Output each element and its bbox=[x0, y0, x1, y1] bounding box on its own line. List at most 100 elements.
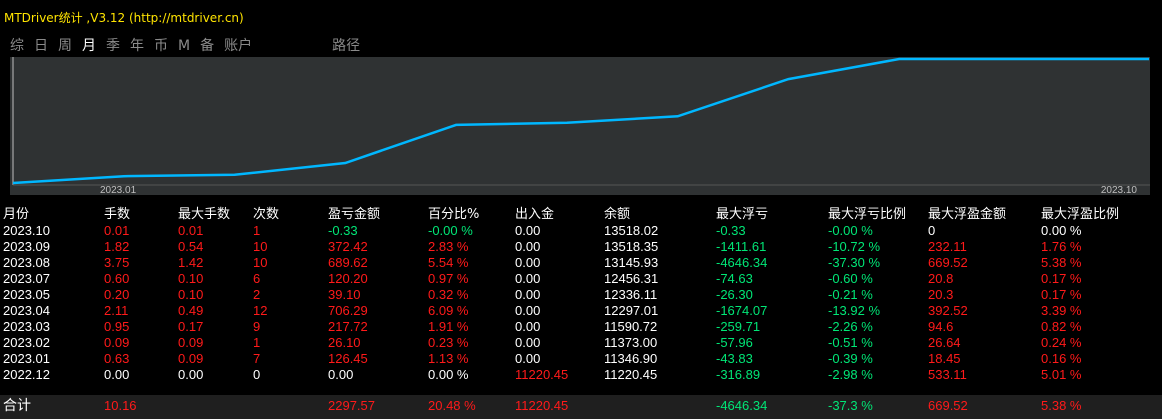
table-cell-balance: 13145.93 bbox=[604, 255, 659, 270]
table-cell-max_fp: 669.52 bbox=[928, 255, 968, 270]
tab-4[interactable]: 季 bbox=[106, 36, 120, 56]
table-cell-pct: 0.32 % bbox=[428, 287, 469, 302]
table-cell-max_fp: 533.11 bbox=[928, 367, 967, 382]
balance-chart-svg: 2023.01 2023.10 bbox=[12, 57, 1150, 195]
table-cell-lots: 0.00 bbox=[104, 367, 130, 382]
column-header-4[interactable]: 盈亏金额 bbox=[328, 203, 380, 223]
table-cell-pnl: -0.33 bbox=[328, 223, 358, 238]
totals-pnl: 2297.57 bbox=[328, 398, 375, 413]
column-header-3[interactable]: 次数 bbox=[253, 203, 279, 223]
table-cell-max_fp_pct: 3.39 % bbox=[1041, 303, 1082, 318]
table-cell-flow: 11220.45 bbox=[515, 367, 569, 382]
table-cell-max_fp_pct: 1.76 % bbox=[1041, 239, 1082, 254]
tab-10[interactable]: 路径 bbox=[332, 36, 360, 56]
table-cell-max_fp_pct: 0.00 % bbox=[1041, 223, 1082, 238]
table-cell-lots: 0.20 bbox=[104, 287, 130, 302]
tab-1[interactable]: 日 bbox=[34, 36, 48, 56]
tab-2[interactable]: 周 bbox=[58, 36, 72, 56]
table-cell-flow: 0.00 bbox=[515, 303, 541, 318]
tab-9[interactable]: 账户 bbox=[224, 36, 252, 56]
table-cell-max_dd_pct: -0.00 % bbox=[828, 223, 873, 238]
table-cell-pct: 1.91 % bbox=[428, 319, 469, 334]
tab-6[interactable]: 币 bbox=[154, 36, 168, 56]
column-header-2[interactable]: 最大手数 bbox=[178, 203, 230, 223]
table-cell-balance: 13518.02 bbox=[604, 223, 659, 238]
table-cell-pnl: 126.45 bbox=[328, 351, 368, 366]
column-header-11[interactable]: 最大浮盈比例 bbox=[1041, 203, 1119, 223]
tab-8[interactable]: 备 bbox=[200, 36, 214, 56]
column-header-5[interactable]: 百分比% bbox=[428, 203, 479, 223]
table-cell-max_dd_pct: -0.60 % bbox=[828, 271, 873, 286]
column-header-6[interactable]: 出入金 bbox=[515, 203, 554, 223]
totals-row-background bbox=[0, 395, 1162, 419]
table-cell-max_fp_pct: 5.01 % bbox=[1041, 367, 1082, 382]
column-header-10[interactable]: 最大浮盈金额 bbox=[928, 203, 1006, 223]
table-cell-max_dd_pct: -2.98 % bbox=[828, 367, 873, 382]
table-cell-max_lots: 0.49 bbox=[178, 303, 204, 318]
table-cell-flow: 0.00 bbox=[515, 271, 541, 286]
table-cell-count: 10 bbox=[253, 239, 268, 254]
table-cell-max_dd_pct: -13.92 % bbox=[828, 303, 881, 318]
totals-max_dd_pct: -37.3 % bbox=[828, 398, 873, 413]
tab-7[interactable]: M bbox=[178, 36, 190, 56]
totals-flow: 11220.45 bbox=[515, 398, 569, 413]
table-cell-max_dd: -316.89 bbox=[716, 367, 761, 382]
table-cell-max_fp: 20.3 bbox=[928, 287, 954, 302]
table-cell-pct: 0.00 % bbox=[428, 367, 469, 382]
table-cell-max_fp: 94.6 bbox=[928, 319, 954, 334]
table-cell-count: 0 bbox=[253, 367, 261, 382]
table-cell-lots: 0.09 bbox=[104, 335, 130, 350]
table-cell-max_lots: 0.54 bbox=[178, 239, 204, 254]
table-cell-pnl: 706.29 bbox=[328, 303, 368, 318]
window-title: MTDriver统计 ,V3.12 (http://mtdriver.cn) bbox=[4, 11, 244, 25]
table-cell-pnl: 689.62 bbox=[328, 255, 368, 270]
table-cell-max_dd_pct: -0.21 % bbox=[828, 287, 873, 302]
table-cell-lots: 0.95 bbox=[104, 319, 130, 334]
table-cell-max_dd: -43.83 bbox=[716, 351, 753, 366]
table-cell-max_fp_pct: 0.17 % bbox=[1041, 271, 1082, 286]
table-cell-count: 12 bbox=[253, 303, 268, 318]
tab-0[interactable]: 综 bbox=[10, 36, 24, 56]
totals-max_fp: 669.52 bbox=[928, 398, 968, 413]
table-cell-count: 1 bbox=[253, 223, 261, 238]
table-cell-max_fp: 18.45 bbox=[928, 351, 961, 366]
tab-5[interactable]: 年 bbox=[130, 36, 144, 56]
table-cell-max_lots: 0.09 bbox=[178, 351, 204, 366]
table-cell-balance: 11590.72 bbox=[604, 319, 658, 334]
table-cell-max_fp: 20.8 bbox=[928, 271, 954, 286]
table-cell-max_dd: -26.30 bbox=[716, 287, 753, 302]
table-cell-max_dd_pct: -0.39 % bbox=[828, 351, 873, 366]
column-header-1[interactable]: 手数 bbox=[104, 203, 130, 223]
table-cell-max_dd: -259.71 bbox=[716, 319, 761, 334]
table-cell-max_lots: 1.42 bbox=[178, 255, 204, 270]
table-cell-max_fp: 26.64 bbox=[928, 335, 961, 350]
table-cell-pnl: 0.00 bbox=[328, 367, 354, 382]
table-cell-max_dd: -1674.07 bbox=[716, 303, 768, 318]
table-cell-max_lots: 0.17 bbox=[178, 319, 204, 334]
table-cell-max_dd_pct: -0.51 % bbox=[828, 335, 873, 350]
table-cell-count: 9 bbox=[253, 319, 261, 334]
column-header-8[interactable]: 最大浮亏 bbox=[716, 203, 768, 223]
column-header-7[interactable]: 余额 bbox=[604, 203, 630, 223]
table-cell-max_fp_pct: 0.82 % bbox=[1041, 319, 1082, 334]
table-cell-max_dd: -0.33 bbox=[716, 223, 746, 238]
table-cell-flow: 0.00 bbox=[515, 319, 541, 334]
table-cell-max_dd: -57.96 bbox=[716, 335, 753, 350]
table-cell-month: 2023.03 bbox=[3, 319, 50, 334]
table-cell-max_fp_pct: 5.38 % bbox=[1041, 255, 1082, 270]
table-cell-max_fp: 392.52 bbox=[928, 303, 968, 318]
column-header-9[interactable]: 最大浮亏比例 bbox=[828, 203, 906, 223]
table-cell-month: 2022.12 bbox=[3, 367, 50, 382]
table-cell-lots: 3.75 bbox=[104, 255, 130, 270]
x-tick-end: 2023.10 bbox=[1101, 185, 1138, 195]
table-cell-max_dd_pct: -37.30 % bbox=[828, 255, 881, 270]
table-cell-max_dd: -1411.61 bbox=[716, 239, 767, 254]
column-header-0[interactable]: 月份 bbox=[3, 203, 29, 223]
tab-3[interactable]: 月 bbox=[82, 36, 96, 56]
table-cell-balance: 11220.45 bbox=[604, 367, 658, 382]
table-cell-pnl: 217.72 bbox=[328, 319, 368, 334]
table-cell-max_fp: 0 bbox=[928, 223, 936, 238]
table-cell-pct: 1.13 % bbox=[428, 351, 469, 366]
table-cell-lots: 1.82 bbox=[104, 239, 130, 254]
table-cell-count: 7 bbox=[253, 351, 261, 366]
